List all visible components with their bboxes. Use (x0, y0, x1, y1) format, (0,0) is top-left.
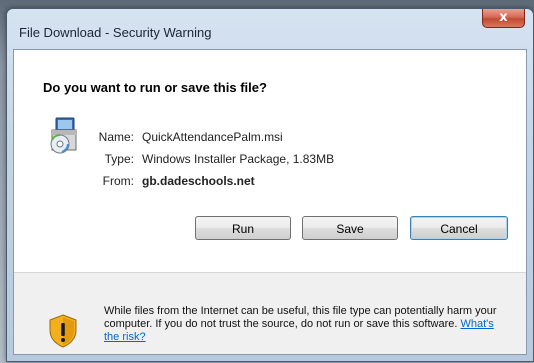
file-type-value: Windows Installer Package, 1.83MB (142, 152, 335, 166)
security-warning-dialog: File Download - Security Warning x Do yo… (6, 8, 534, 362)
file-source-value: gb.dadeschools.net (142, 174, 255, 188)
dialog-content: Do you want to run or save this file? Na… (13, 49, 527, 355)
file-source-label: From: (102, 174, 134, 188)
cancel-button[interactable]: Cancel (410, 216, 508, 240)
close-icon: x (499, 10, 508, 25)
warning-text: While files from the Internet can be use… (104, 305, 497, 330)
warning-footer: While files from the Internet can be use… (14, 272, 526, 354)
file-type-label: Type: (104, 152, 134, 166)
dialog-question: Do you want to run or save this file? (43, 80, 267, 95)
file-name-value: QuickAttendancePalm.msi (142, 130, 283, 144)
window-title: File Download - Security Warning (19, 25, 212, 40)
warning-message: While files from the Internet can be use… (104, 305, 509, 344)
close-button[interactable]: x (482, 9, 525, 28)
warning-shield-icon (49, 314, 77, 348)
title-bar[interactable]: File Download - Security Warning x (7, 9, 533, 41)
save-button[interactable]: Save (302, 216, 398, 240)
file-name-label: Name: (98, 130, 134, 144)
run-button[interactable]: Run (195, 216, 291, 240)
